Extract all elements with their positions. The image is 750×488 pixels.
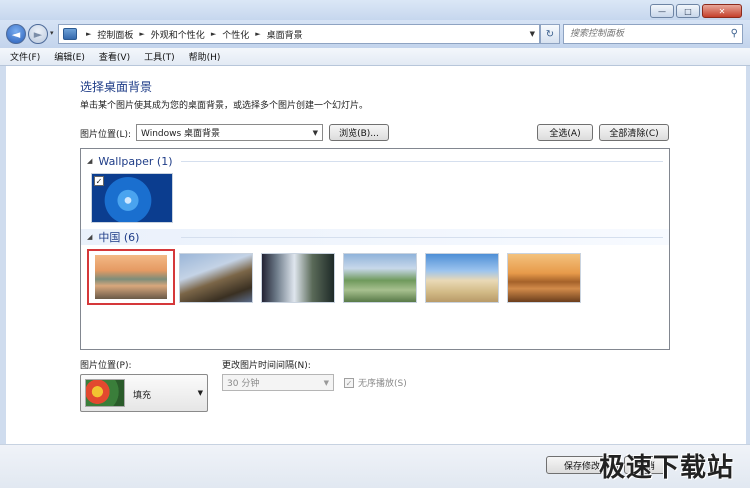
page-title: 选择桌面背景 (80, 80, 153, 94)
wallpaper-gallery[interactable]: ◢ Wallpaper (1) ✓ ◢ 中国 (6) (80, 148, 670, 350)
group-header-wallpaper[interactable]: ◢ Wallpaper (1) (81, 153, 669, 169)
breadcrumb-separator-icon: ► (139, 30, 145, 38)
breadcrumb-separator-icon: ► (255, 30, 261, 38)
window-controls: — □ ✕ (650, 4, 742, 18)
group-title: Wallpaper (1) (98, 154, 173, 168)
address-dropdown-icon[interactable]: ▼ (530, 30, 535, 38)
menu-bar: 文件(F) 编辑(E) 查看(V) 工具(T) 帮助(H) (0, 48, 750, 66)
browse-button[interactable]: 浏览(B)... (329, 124, 389, 141)
interval-select[interactable]: 30 分钟 ▼ (222, 374, 334, 391)
group-divider (181, 161, 663, 162)
wallpaper-thumbnail-windows[interactable]: ✓ (91, 173, 173, 223)
chevron-down-icon: ▼ (197, 389, 203, 397)
wallpaper-thumbnail[interactable] (179, 253, 253, 303)
back-button[interactable]: ◄ (6, 24, 26, 44)
minimize-button[interactable]: — (650, 4, 674, 18)
maximize-button[interactable]: □ (676, 4, 700, 18)
picture-location-select[interactable]: Windows 桌面背景 ▼ (136, 124, 323, 141)
menu-file[interactable]: 文件(F) (10, 50, 40, 63)
menu-view[interactable]: 查看(V) (99, 50, 130, 63)
close-button[interactable]: ✕ (702, 4, 742, 18)
breadcrumb-control-panel[interactable]: 控制面板 (97, 28, 133, 41)
breadcrumb: ► 控制面板 ► 外观和个性化 ► 个性化 ► 桌面背景 (80, 28, 303, 41)
terraced-fields-image (344, 254, 416, 302)
wallpaper-thumbnail[interactable] (425, 253, 499, 303)
history-dropdown-icon[interactable]: ▾ (50, 29, 54, 37)
fill-preview-icon (85, 379, 125, 407)
collapse-triangle-icon[interactable]: ◢ (87, 233, 92, 241)
content-area: 选择桌面背景 单击某个图片使其成为您的桌面背景，或选择多个图片创建一个幻灯片。 … (6, 66, 746, 444)
address-bar[interactable]: ► 控制面板 ► 外观和个性化 ► 个性化 ► 桌面背景 ▼ (58, 24, 540, 44)
breadcrumb-personalization[interactable]: 个性化 (222, 28, 249, 41)
picture-position-select[interactable]: 填充 ▼ (80, 374, 208, 412)
picture-position-label: 图片位置(P): (80, 361, 132, 371)
page-description: 单击某个图片使其成为您的桌面背景，或选择多个图片创建一个幻灯片。 (80, 101, 369, 111)
menu-help[interactable]: 帮助(H) (189, 50, 221, 63)
group-title: 中国 (6) (98, 231, 140, 244)
wallpaper-thumbnail[interactable] (343, 253, 417, 303)
wallpaper-thumbnail[interactable] (507, 253, 581, 303)
picture-location-value: Windows 桌面背景 (141, 129, 221, 139)
group-header-china[interactable]: ◢ 中国 (6) (81, 229, 669, 245)
search-box[interactable]: ⚲ (563, 24, 743, 44)
search-input[interactable] (564, 25, 714, 43)
windows-logo-image (92, 174, 172, 222)
breadcrumb-separator-icon: ► (86, 30, 92, 38)
group-divider (181, 237, 663, 238)
interval-value: 30 分钟 (227, 379, 260, 389)
stone-bridge-image (508, 254, 580, 302)
wallpaper-thumbnail-selected[interactable] (87, 249, 175, 305)
search-icon[interactable]: ⚲ (731, 28, 738, 39)
forward-button[interactable]: ► (28, 24, 48, 44)
great-wall-image (180, 254, 252, 302)
picture-location-label: 图片位置(L): (80, 130, 132, 140)
site-watermark: 极速下载站 (598, 453, 734, 483)
picture-position-value: 填充 (133, 391, 152, 401)
shuffle-checkbox[interactable]: ✓ (344, 377, 354, 388)
thumbnail-checkbox[interactable]: ✓ (94, 176, 104, 186)
shuffle-option[interactable]: ✓ 无序播放(S) (344, 376, 407, 389)
chevron-down-icon: ▼ (323, 379, 329, 387)
menu-tools[interactable]: 工具(T) (144, 50, 175, 63)
shuffle-label: 无序播放(S) (358, 379, 407, 389)
interval-label: 更改图片时间间隔(N): (222, 361, 311, 371)
menu-edit[interactable]: 编辑(E) (54, 50, 85, 63)
refresh-button[interactable]: ↻ (540, 24, 560, 44)
breadcrumb-desktop-background[interactable]: 桌面背景 (267, 28, 303, 41)
breadcrumb-separator-icon: ► (210, 30, 217, 38)
title-bar: — □ ✕ (0, 0, 750, 20)
footer-bar: 保存修改 取消 极速下载站 (0, 444, 750, 488)
navigation-bar: ◄ ► ▾ ► 控制面板 ► 外观和个性化 ► 个性化 ► 桌面背景 ▼ ↻ ⚲ (0, 20, 750, 48)
control-panel-icon (63, 28, 77, 40)
clear-all-button[interactable]: 全部清除(C) (599, 124, 669, 141)
desert-dunes-image (426, 254, 498, 302)
select-all-button[interactable]: 全选(A) (537, 124, 593, 141)
wallpaper-thumbnail[interactable] (261, 253, 335, 303)
chevron-down-icon: ▼ (312, 129, 318, 137)
mountain-peaks-image (262, 254, 334, 302)
breadcrumb-appearance[interactable]: 外观和个性化 (151, 28, 205, 41)
river-mountains-image (95, 255, 167, 299)
collapse-triangle-icon[interactable]: ◢ (87, 157, 92, 165)
